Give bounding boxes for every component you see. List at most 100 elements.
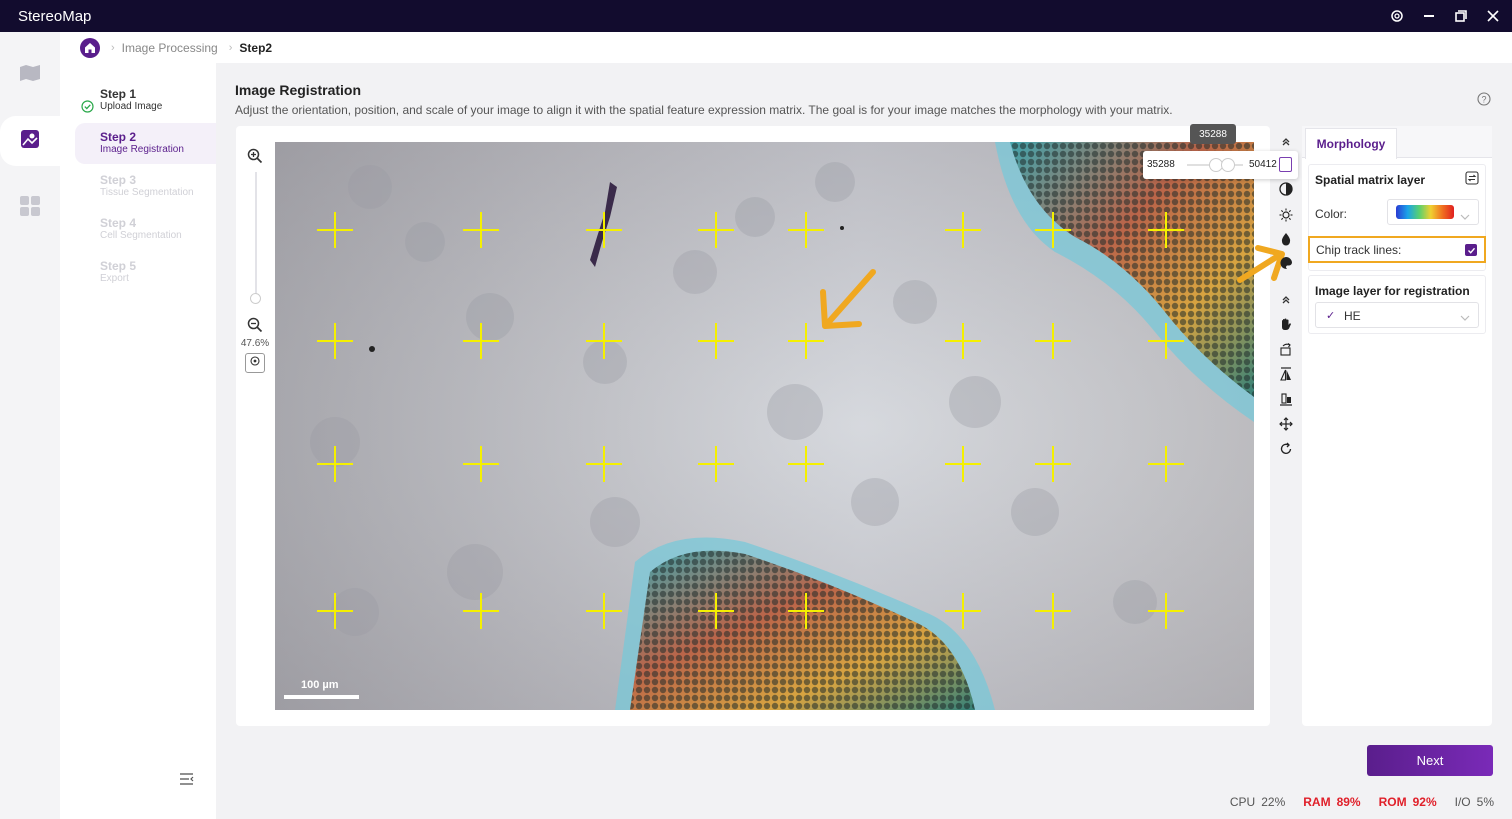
step-5: Step 5 Export [60,259,216,299]
ram-label: RAM [1303,795,1331,809]
chip-track-lines-row[interactable]: Chip track lines: [1308,236,1486,263]
breadcrumb-image-processing[interactable]: Image Processing [122,41,218,55]
brightness-icon[interactable] [1277,206,1295,224]
flip-horizontal-icon[interactable] [1277,365,1295,383]
step-4: Step 4 Cell Segmentation [60,216,216,256]
window-controls [1390,0,1500,32]
cpu-status: CPU 22% [1230,795,1285,809]
close-icon[interactable] [1486,9,1500,23]
scale-bar [284,695,359,699]
image-layer-title: Image layer for registration [1315,284,1470,298]
breadcrumb-separator-icon: › [228,41,233,54]
target-icon [249,354,261,372]
image-layer-select[interactable]: ✓ HE [1315,302,1479,328]
map-icon [19,64,41,87]
io-status: I/O 5% [1455,795,1494,809]
title-bar: StereoMap [0,0,1512,32]
registration-image[interactable] [275,142,1254,710]
zoom-in-icon[interactable] [247,148,263,169]
left-rail [0,32,60,819]
image-layer-value: HE [1344,309,1361,323]
step-1[interactable]: Step 1 Upload Image [60,87,216,127]
annotation-arrow-icon [820,269,876,329]
home-icon[interactable] [80,37,100,58]
check-icon: ✓ [1326,310,1336,322]
scale-bar-label: 100 µm [301,679,339,691]
page-title: Image Registration [235,82,362,98]
next-button[interactable]: Next [1367,745,1493,776]
rom-label: ROM [1378,795,1407,809]
minimize-icon[interactable] [1422,9,1436,23]
ram-status: RAM 89% [1303,795,1360,809]
image-layer-card: Image layer for registration ✓ HE [1308,275,1486,334]
check-circle-icon [81,100,94,118]
color-select[interactable] [1387,199,1479,225]
step-subtitle: Tissue Segmentation [100,187,194,198]
breadcrumb-current: Step2 [239,40,273,55]
step-subtitle: Upload Image [100,101,163,112]
chevron-down-icon [1460,208,1470,226]
chip-track-lines-label: Chip track lines: [1316,243,1402,257]
step-title: Step 3 [100,173,137,187]
io-label: I/O [1454,795,1471,809]
hand-pan-icon[interactable] [1277,315,1295,333]
step-subtitle: Export [100,273,129,284]
page-description: Adjust the orientation, position, and sc… [235,103,1173,117]
collapse-up-icon[interactable] [1277,132,1295,150]
io-value: 5% [1476,795,1494,809]
settings-icon[interactable] [1390,9,1404,23]
rom-status: ROM 92% [1379,795,1437,809]
step-2[interactable]: Step 2 Image Registration [75,123,216,164]
zoom-slider-track[interactable] [255,172,257,300]
restore-icon[interactable] [1454,9,1468,23]
step-subtitle: Image Registration [100,144,184,155]
breadcrumb-separator-icon: › [111,41,115,54]
step-subtitle: Cell Segmentation [100,230,182,241]
zoom-out-icon[interactable] [247,317,263,338]
breadcrumb: › Image Processing › Step2 [60,32,1512,63]
step-title: Step 1 [100,87,137,101]
reset-icon[interactable] [1277,440,1295,458]
color-label: Color: [1315,207,1348,221]
step-title: Step 4 [100,216,137,230]
image-icon [19,128,41,155]
cpu-label: CPU [1229,795,1256,809]
help-icon[interactable]: ? [1477,92,1491,111]
collapse-up-icon[interactable] [1277,290,1295,308]
status-bar: CPU 22% RAM 89% ROM 92% I/O 5% [1230,795,1494,809]
rail-item-image-processing[interactable] [0,118,60,164]
rail-item-maps[interactable] [0,52,60,98]
cpu-value: 22% [1261,795,1286,809]
color-drop-icon[interactable] [1277,230,1295,248]
move-icon[interactable] [1277,415,1295,433]
fit-view-button[interactable] [245,353,265,373]
contrast-icon[interactable] [1277,180,1295,198]
app-title: StereoMap [18,7,92,25]
slider-tooltip: 35288 [1190,124,1236,144]
swap-icon[interactable] [1465,171,1479,190]
step-title: Step 5 [100,259,137,273]
tool-column [1272,130,1300,470]
spatial-matrix-title: Spatial matrix layer [1315,173,1426,187]
step-3: Step 3 Tissue Segmentation [60,173,216,213]
zoom-slider-handle[interactable] [250,293,261,304]
palette-icon[interactable] [1277,254,1295,272]
step-title: Step 2 [100,130,137,144]
expression-overlay [310,142,1254,710]
chip-track-lines-checkbox[interactable] [1465,244,1477,256]
steps-panel: Step 1 Upload Image Step 2 Image Registr… [60,63,216,819]
grid-icon [19,195,41,222]
color-gradient-swatch [1396,205,1454,219]
collapse-menu-icon[interactable] [179,772,195,791]
tab-morphology[interactable]: Morphology [1305,128,1397,159]
rotate-icon[interactable] [1277,340,1295,358]
chevron-down-icon [1460,311,1470,325]
zoom-level: 47.6% [240,338,270,349]
flip-vertical-icon[interactable] [1277,390,1295,408]
slider-max-handle[interactable] [1221,158,1235,172]
rail-item-apps[interactable] [0,185,60,231]
svg-text:?: ? [1481,95,1486,105]
rom-value: 92% [1412,795,1437,809]
ram-value: 89% [1336,795,1361,809]
slider-min-value: 35288 [1147,159,1175,170]
